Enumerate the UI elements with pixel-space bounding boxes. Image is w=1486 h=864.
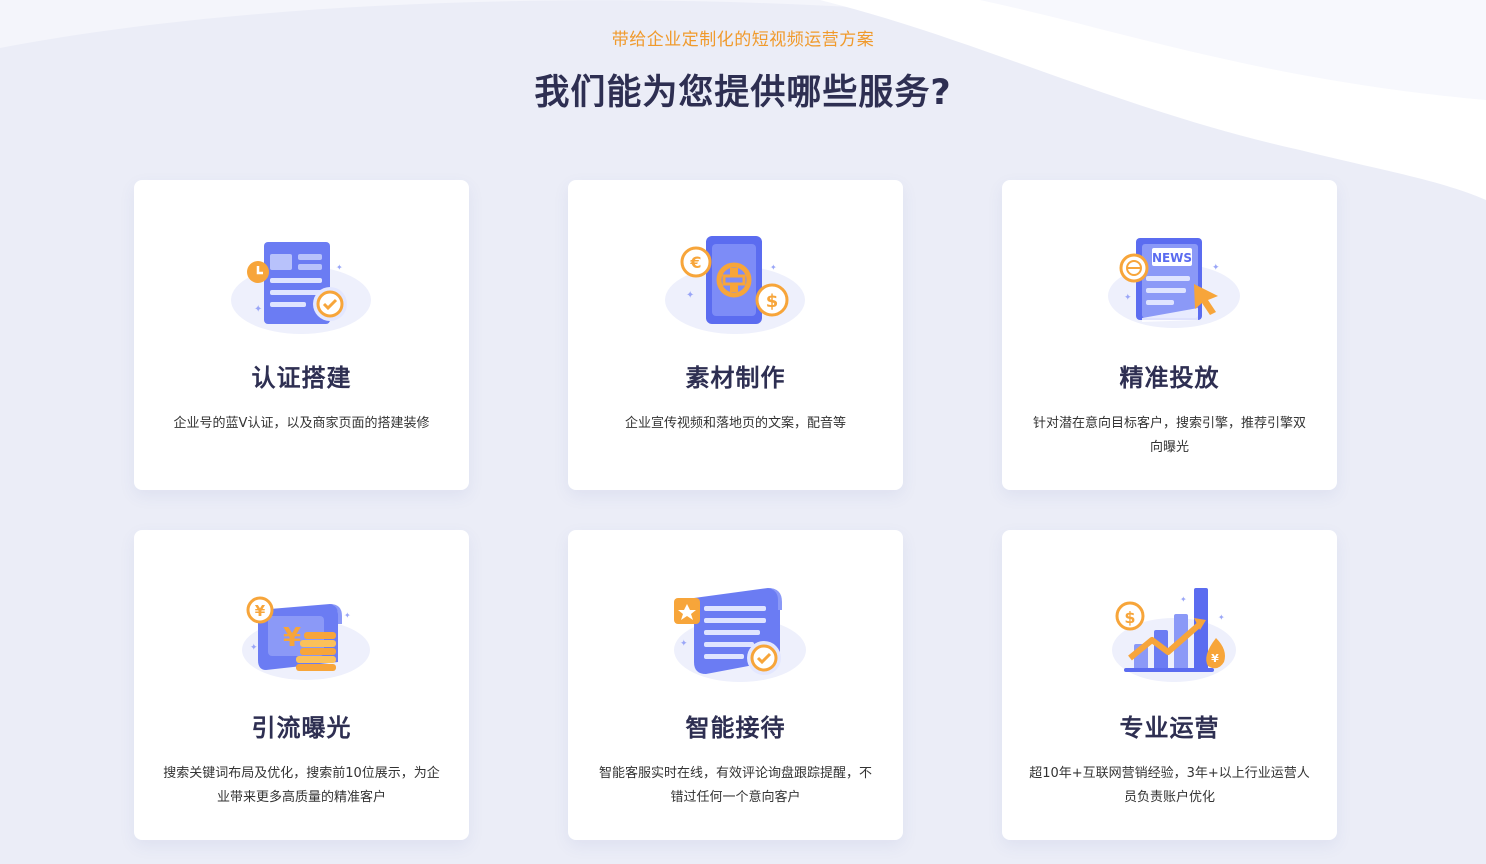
service-title: 引流曝光: [251, 714, 352, 742]
service-description: 企业号的蓝V认证，以及商家页面的搭建装修: [173, 416, 430, 431]
svg-text:✦: ✦: [336, 263, 343, 272]
svg-text:✦: ✦: [254, 304, 262, 315]
svg-text:✦: ✦: [686, 290, 694, 301]
svg-text:✦: ✦: [250, 643, 258, 653]
service-title: 素材制作: [685, 364, 786, 392]
svg-text:✦: ✦: [1218, 613, 1225, 622]
service-description: 企业宣传视频和落地页的文案，配音等: [624, 416, 846, 431]
service-title: 智能接待: [685, 714, 786, 742]
service-description: 搜索关键词布局及优化，搜索前10位展示，为企业带来更多高质量的精准客户: [163, 766, 440, 805]
svg-text:¥: ¥: [255, 602, 266, 620]
svg-text:✦: ✦: [770, 263, 777, 272]
svg-text:¥: ¥: [283, 623, 301, 653]
service-title: 专业运营: [1119, 714, 1220, 742]
currency-card-icon: € $ ✦ ✦: [665, 236, 805, 334]
service-card-certification[interactable]: ✦ ✦ 认证搭建 企业号的蓝V认证，以及商家页面的搭建装修: [134, 180, 469, 490]
service-description: 智能客服实时在线，有效评论询盘跟踪提醒，不错过任何一个意向客户: [598, 766, 872, 805]
svg-text:✦: ✦: [1124, 293, 1132, 303]
service-description: 针对潜在意向目标客户，搜索引擎，推荐引擎双向曝光: [1032, 416, 1306, 455]
svg-text:✦: ✦: [680, 639, 688, 649]
news-label: NEWS: [1152, 251, 1192, 265]
svg-text:$: $: [1124, 608, 1135, 627]
growth-chart-icon: $ ¥ ✦ ✦: [1112, 588, 1236, 682]
svg-text:✦: ✦: [1212, 263, 1220, 273]
scroll-check-icon: ✦: [674, 588, 806, 682]
services-grid: ✦ ✦ 认证搭建 企业号的蓝V认证，以及商家页面的搭建装修 € $ ✦ ✦ 素材…: [0, 0, 1486, 864]
service-title: 精准投放: [1119, 364, 1220, 392]
service-card-material[interactable]: € $ ✦ ✦ 素材制作 企业宣传视频和落地页的文案，配音等: [568, 180, 903, 490]
service-description: 超10年+互联网营销经验，3年+以上行业运营人员负责账户优化: [1029, 766, 1310, 805]
service-card-operation[interactable]: $ ¥ ✦ ✦ 专业运营 超10年+互联网营销经验，3年+以上行业运营人员负责账…: [1002, 530, 1337, 840]
service-card-reception[interactable]: ✦ 智能接待 智能客服实时在线，有效评论询盘跟踪提醒，不错过任何一个意向客户: [568, 530, 903, 840]
service-title: 认证搭建: [251, 364, 352, 392]
svg-text:✦: ✦: [344, 611, 351, 620]
certificate-icon: ✦ ✦: [231, 242, 371, 334]
money-coins-icon: ¥ ¥ ✦ ✦: [242, 596, 370, 680]
svg-text:✦: ✦: [1180, 595, 1187, 604]
svg-text:¥: ¥: [1211, 652, 1219, 665]
svg-text:€: €: [689, 253, 701, 272]
svg-text:$: $: [766, 291, 779, 312]
news-target-icon: NEWS ✦ ✦: [1108, 238, 1240, 328]
service-card-traffic[interactable]: ¥ ¥ ✦ ✦ 引流曝光 搜索关键词布局及优化，搜索前10位展示，为企业带来更多…: [134, 530, 469, 840]
service-card-targeting[interactable]: NEWS ✦ ✦ 精准投放 针对潜在意向目标客户，搜索引擎，推荐引擎双向曝光: [1002, 180, 1337, 490]
